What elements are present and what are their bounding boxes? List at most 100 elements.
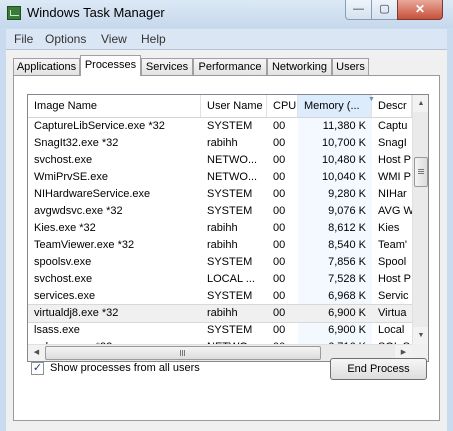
cell-image-name: spoolsv.exe bbox=[34, 256, 92, 268]
process-row[interactable]: NIHardwareService.exe SYSTEM 00 9,280 K NIHa… bbox=[28, 186, 412, 203]
tab-networking[interactable]: Networking bbox=[267, 58, 332, 75]
scroll-down-arrow-icon[interactable]: ▼ bbox=[413, 327, 428, 344]
window-title: Windows Task Manager bbox=[27, 5, 165, 20]
cell-description: AVG W bbox=[378, 205, 412, 217]
cell-description: NIHar bbox=[378, 188, 407, 200]
menu-view[interactable]: View bbox=[101, 32, 127, 46]
cell-cpu: 00 bbox=[273, 273, 286, 285]
cell-memory: 10,480 K bbox=[321, 154, 366, 166]
close-button[interactable]: ✕ bbox=[397, 0, 443, 20]
menu-file[interactable]: File bbox=[14, 32, 33, 46]
cell-cpu: 00 bbox=[273, 307, 286, 319]
cell-cpu: 00 bbox=[273, 188, 286, 200]
process-row[interactable]: lsass.exe SYSTEM 00 6,900 K Local bbox=[28, 322, 412, 339]
cell-image-name: TeamViewer.exe *32 bbox=[34, 239, 135, 251]
cell-image-name: CaptureLibService.exe *32 bbox=[34, 120, 165, 132]
title-bar[interactable]: Windows Task Manager — ▢ ✕ bbox=[0, 0, 453, 28]
process-row[interactable]: services.exe SYSTEM 00 6,968 K Servic bbox=[28, 288, 412, 305]
process-row[interactable]: TeamViewer.exe *32 rabihh 00 8,540 K Team' bbox=[28, 237, 412, 254]
cell-image-name: SnagIt32.exe *32 bbox=[34, 137, 119, 149]
horizontal-scroll-thumb[interactable] bbox=[45, 346, 321, 360]
cell-memory: 10,040 K bbox=[321, 171, 366, 183]
cell-user-name: SYSTEM bbox=[207, 188, 253, 200]
cell-image-name: lsass.exe bbox=[34, 324, 80, 336]
cell-user-name: rabihh bbox=[207, 222, 238, 234]
tab-processes[interactable]: Processes bbox=[80, 55, 141, 76]
scroll-left-arrow-icon[interactable]: ◀ bbox=[28, 345, 45, 361]
process-row[interactable]: svchost.exe NETWO... 00 10,480 K Host P bbox=[28, 152, 412, 169]
menu-bar: File Options View Help bbox=[6, 29, 447, 49]
column-header-cpu[interactable]: CPU bbox=[267, 95, 298, 117]
cell-memory: 10,700 K bbox=[321, 137, 366, 149]
process-row[interactable]: svchost.exe LOCAL ... 00 7,528 K Host P bbox=[28, 271, 412, 288]
process-list[interactable]: Image Name User Name CPU Memory (... Des… bbox=[27, 94, 429, 362]
cell-memory: 6,900 K bbox=[328, 307, 366, 319]
cell-memory: 8,612 K bbox=[328, 222, 366, 234]
process-list-header: Image Name User Name CPU Memory (... Des… bbox=[28, 95, 412, 118]
process-row[interactable]: Kies.exe *32 rabihh 00 8,612 K Kies bbox=[28, 220, 412, 237]
tab-performance[interactable]: Performance bbox=[193, 58, 267, 75]
processes-tab-panel: Image Name User Name CPU Memory (... Des… bbox=[13, 75, 440, 421]
cell-memory: 8,540 K bbox=[328, 239, 366, 251]
scroll-up-arrow-icon[interactable]: ▲ bbox=[413, 95, 428, 112]
cell-cpu: 00 bbox=[273, 324, 286, 336]
process-row[interactable]: WmiPrvSE.exe NETWO... 00 10,040 K WMI P bbox=[28, 169, 412, 186]
cell-memory: 11,380 K bbox=[322, 120, 366, 132]
cell-user-name: SYSTEM bbox=[207, 324, 253, 336]
process-row[interactable]: avgwdsvc.exe *32 SYSTEM 00 9,076 K AVG W bbox=[28, 203, 412, 220]
cell-memory: 9,076 K bbox=[328, 205, 366, 217]
cell-cpu: 00 bbox=[273, 137, 286, 149]
show-all-processes-checkbox[interactable]: ✓ bbox=[31, 362, 44, 375]
cell-image-name: svchost.exe bbox=[34, 273, 93, 285]
process-row[interactable]: SnagIt32.exe *32 rabihh 00 10,700 K SnagI bbox=[28, 135, 412, 152]
menu-help[interactable]: Help bbox=[141, 32, 166, 46]
task-manager-app-icon bbox=[7, 6, 21, 20]
cell-image-name: NIHardwareService.exe bbox=[34, 188, 151, 200]
cell-user-name: SYSTEM bbox=[207, 120, 253, 132]
cell-user-name: rabihh bbox=[207, 239, 238, 251]
column-header-image-name[interactable]: Image Name bbox=[28, 95, 201, 117]
tab-services[interactable]: Services bbox=[141, 58, 193, 75]
cell-description: WMI P bbox=[378, 171, 411, 183]
minimize-button[interactable]: — bbox=[345, 0, 372, 20]
task-manager-client-area: Applications Processes Services Performa… bbox=[6, 49, 447, 426]
process-row[interactable]: CaptureLibService.exe *32 SYSTEM 00 11,380 … bbox=[28, 118, 412, 135]
tab-applications[interactable]: Applications bbox=[13, 58, 80, 75]
vertical-scrollbar[interactable]: ▲ ▼ bbox=[412, 95, 428, 344]
column-header-memory[interactable]: Memory (... bbox=[298, 95, 372, 117]
column-header-description[interactable]: Descr bbox=[372, 95, 412, 117]
cell-description: Virtua bbox=[378, 307, 407, 319]
cell-description: Host P bbox=[378, 273, 412, 285]
column-header-user-name[interactable]: User Name bbox=[201, 95, 267, 117]
cell-memory: 7,856 K bbox=[328, 256, 366, 268]
cell-description: Team' bbox=[378, 239, 407, 251]
menu-options[interactable]: Options bbox=[45, 32, 86, 46]
cell-image-name: svchost.exe bbox=[34, 154, 93, 166]
tab-users[interactable]: Users bbox=[332, 58, 369, 75]
cell-user-name: SYSTEM bbox=[207, 256, 253, 268]
cell-cpu: 00 bbox=[273, 222, 286, 234]
cell-user-name: NETWO... bbox=[207, 154, 258, 166]
cell-user-name: rabihh bbox=[207, 307, 238, 319]
cell-image-name: virtualdj8.exe *32 bbox=[34, 307, 119, 319]
cell-cpu: 00 bbox=[273, 239, 286, 251]
cell-description: SnagI bbox=[378, 137, 407, 149]
cell-cpu: 00 bbox=[273, 120, 286, 132]
cell-cpu: 00 bbox=[273, 256, 286, 268]
cell-image-name: avgwdsvc.exe *32 bbox=[34, 205, 123, 217]
vertical-scroll-thumb[interactable] bbox=[414, 157, 428, 187]
show-all-processes-label[interactable]: Show processes from all users bbox=[50, 362, 200, 374]
maximize-button[interactable]: ▢ bbox=[371, 0, 398, 20]
cell-description: Spool bbox=[378, 256, 407, 268]
cell-user-name: LOCAL ... bbox=[207, 273, 255, 285]
cell-user-name: rabihh bbox=[207, 137, 238, 149]
cell-memory: 6,900 K bbox=[328, 324, 366, 336]
cell-user-name: SYSTEM bbox=[207, 290, 253, 302]
end-process-button[interactable]: End Process bbox=[330, 358, 427, 380]
cell-description: Host P bbox=[378, 154, 412, 166]
process-row[interactable]: spoolsv.exe SYSTEM 00 7,856 K Spool bbox=[28, 254, 412, 271]
process-row[interactable]: virtualdj8.exe *32 rabihh 00 6,900 K Virtua bbox=[28, 304, 413, 323]
cell-cpu: 00 bbox=[273, 205, 286, 217]
cell-image-name: services.exe bbox=[34, 290, 96, 302]
cell-description: Servic bbox=[378, 290, 409, 302]
